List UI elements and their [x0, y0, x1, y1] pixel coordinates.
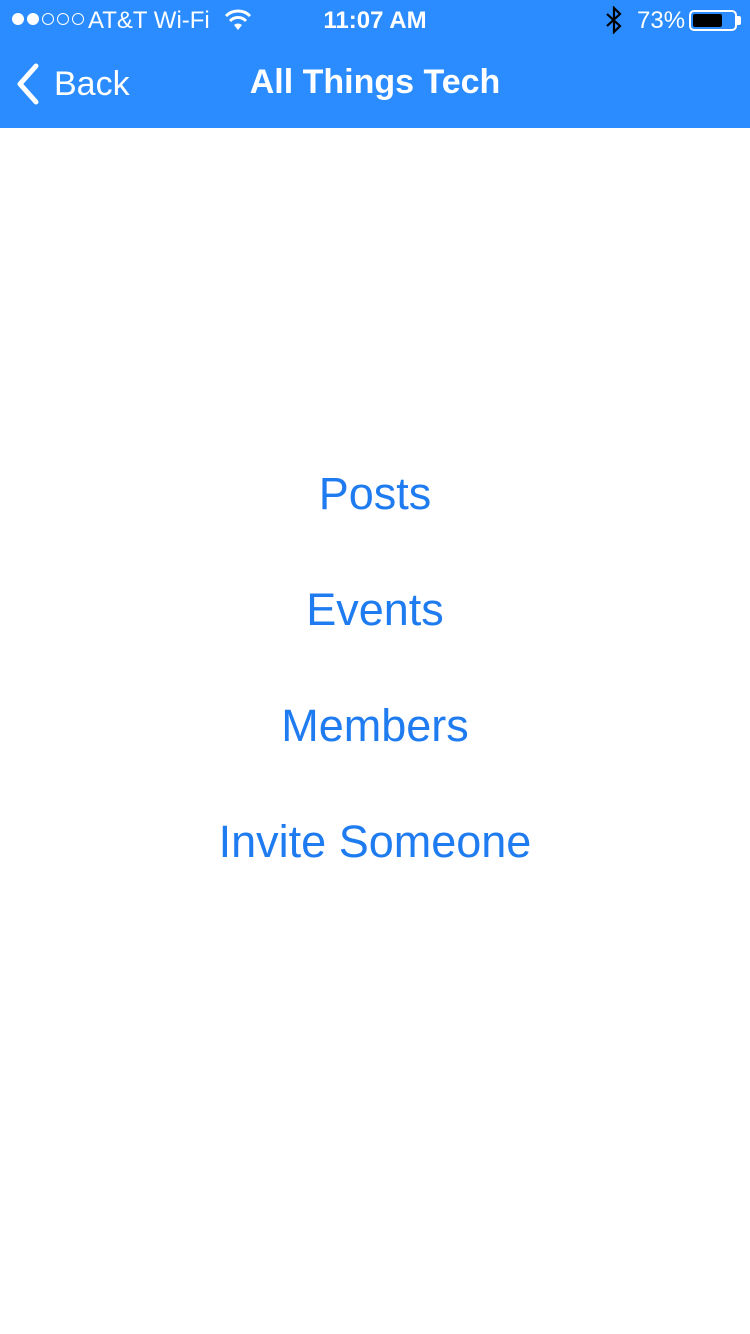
menu-item-events[interactable]: Events: [0, 584, 750, 636]
page-title: All Things Tech: [249, 63, 501, 101]
menu-item-posts[interactable]: Posts: [0, 468, 750, 520]
battery-icon: [689, 10, 737, 31]
menu-item-members[interactable]: Members: [0, 700, 750, 752]
battery-level: [693, 14, 723, 27]
status-bar: AT&T Wi-Fi 11:07 AM 73%: [0, 0, 750, 40]
bluetooth-icon: [606, 6, 622, 34]
battery-percent: 73%: [637, 7, 686, 34]
header: AT&T Wi-Fi 11:07 AM 73% Back All Things …: [0, 0, 750, 128]
menu-item-invite-someone[interactable]: Invite Someone: [0, 816, 750, 868]
battery-tip: [737, 16, 741, 25]
